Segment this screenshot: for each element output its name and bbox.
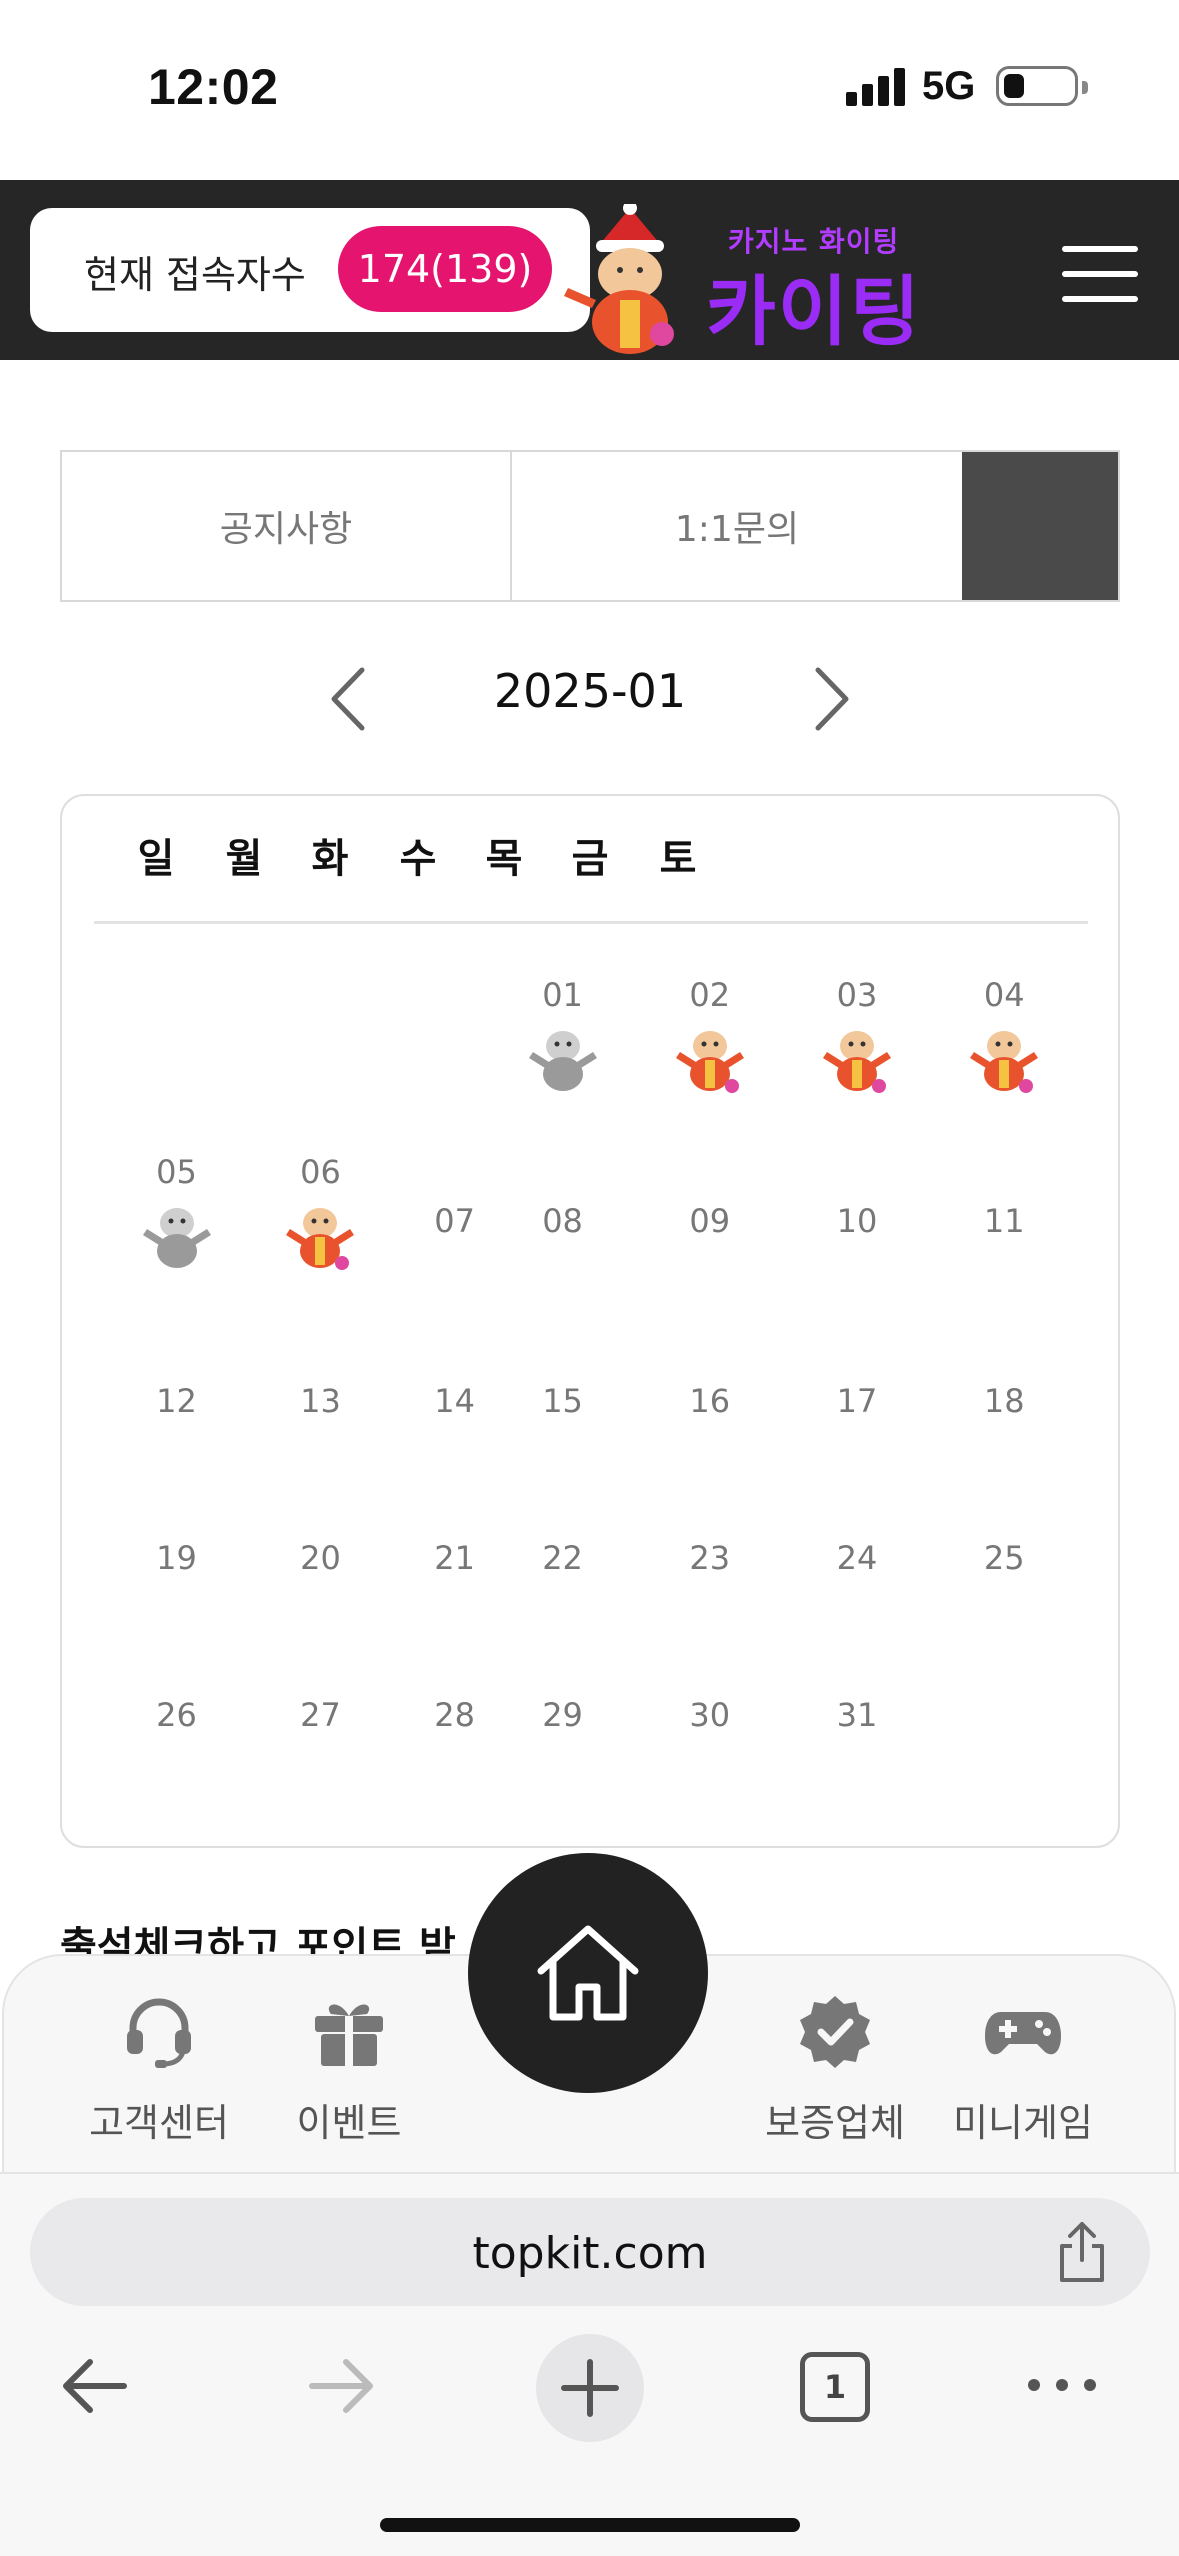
weekday-label: 금: [571, 836, 609, 882]
new-tab-button[interactable]: [536, 2334, 644, 2442]
calendar-day[interactable]: 05: [117, 1153, 237, 1191]
status-time: 12:02: [148, 59, 279, 115]
online-users-label: 현재 접속자수: [84, 253, 306, 297]
plus-icon: [561, 2359, 619, 2417]
calendar-day[interactable]: 12: [117, 1382, 237, 1420]
nav-mini-games[interactable]: 미니게임: [928, 1992, 1118, 2147]
calendar-day[interactable]: 14: [395, 1382, 515, 1420]
attendance-stamp-icon: [282, 1201, 358, 1271]
nav-events-label: 이벤트: [296, 2101, 402, 2145]
browser-toolbar: topkit.com 1: [0, 2172, 1179, 2556]
calendar-day[interactable]: 26: [117, 1696, 237, 1734]
calendar-day[interactable]: 11: [944, 1202, 1064, 1240]
calendar-day[interactable]: 10: [797, 1202, 917, 1240]
status-bar: 12:02 5G: [0, 0, 1179, 180]
calendar-day[interactable]: 29: [503, 1696, 623, 1734]
calendar-day[interactable]: 17: [797, 1382, 917, 1420]
board-tabs: 공지사항 1:1문의: [60, 450, 1120, 602]
attendance-stamp-missed-icon: [525, 1024, 601, 1094]
calendar-day[interactable]: 13: [260, 1382, 380, 1420]
nav-events[interactable]: 이벤트: [254, 1992, 444, 2147]
calendar-day[interactable]: 25: [944, 1539, 1064, 1577]
calendar-day[interactable]: 30: [650, 1696, 770, 1734]
calendar-day[interactable]: 20: [260, 1539, 380, 1577]
attendance-stamp-icon: [819, 1024, 895, 1094]
calendar-day[interactable]: 24: [797, 1539, 917, 1577]
url-text: topkit.com: [472, 2228, 708, 2279]
calendar-day[interactable]: 31: [797, 1696, 917, 1734]
nav-customer-center[interactable]: 고객센터: [64, 1992, 254, 2147]
address-bar[interactable]: topkit.com: [30, 2198, 1150, 2306]
back-arrow-icon[interactable]: [58, 2356, 130, 2416]
month-navigator: 2025-01: [300, 650, 880, 750]
calendar-day[interactable]: 07: [395, 1202, 515, 1240]
calendar-day[interactable]: 28: [395, 1696, 515, 1734]
online-users-widget: 현재 접속자수 174(139): [30, 208, 590, 332]
attendance-stamp-missed-icon: [139, 1201, 215, 1271]
calendar-day[interactable]: 02: [650, 976, 770, 1014]
calendar-day[interactable]: 21: [395, 1539, 515, 1577]
calendar-day[interactable]: 06: [260, 1153, 380, 1191]
verified-badge-icon: [800, 1996, 870, 2068]
home-indicator: [380, 2518, 800, 2532]
calendar-day[interactable]: 03: [797, 976, 917, 1014]
calendar-day[interactable]: 16: [650, 1382, 770, 1420]
gamepad-icon: [985, 2012, 1061, 2055]
forward-arrow-icon[interactable]: [306, 2356, 378, 2416]
chevron-right-icon[interactable]: [800, 664, 860, 734]
calendar-day[interactable]: 01: [503, 976, 623, 1014]
nav-customer-center-label: 고객센터: [89, 2101, 229, 2145]
nav-verified-sites-label: 보증업체: [765, 2101, 905, 2145]
headset-icon: [127, 1998, 191, 2068]
brand-logo-text[interactable]: 카이팅: [706, 250, 922, 360]
calendar-day[interactable]: 19: [117, 1539, 237, 1577]
weekday-label: 수: [399, 836, 437, 882]
mascot-logo-icon[interactable]: [560, 204, 700, 354]
network-label: 5G: [922, 64, 976, 108]
hamburger-icon[interactable]: [1062, 246, 1138, 302]
battery-icon: [996, 66, 1088, 106]
nav-verified-sites[interactable]: 보증업체: [740, 1992, 930, 2147]
more-options-icon[interactable]: [1022, 2370, 1102, 2400]
attendance-calendar: 일 월 화 수 목 금 토 01 02 03 04 05 06 07 08 09 10 11 12 13 14 15 16…: [60, 794, 1120, 1848]
tab-inquiry[interactable]: 1:1문의: [512, 452, 962, 600]
gift-icon: [315, 2004, 383, 2066]
calendar-day[interactable]: 23: [650, 1539, 770, 1577]
calendar-day[interactable]: 27: [260, 1696, 380, 1734]
site-header: 현재 접속자수 174(139) 카지노 화이팅 카이팅: [0, 180, 1179, 360]
weekday-label: 월: [225, 836, 263, 882]
nav-mini-games-label: 미니게임: [953, 2101, 1093, 2145]
weekday-label: 목: [485, 836, 523, 882]
home-button[interactable]: [468, 1853, 708, 2093]
signal-icon: [846, 66, 906, 106]
tab-notice[interactable]: 공지사항: [62, 452, 512, 600]
home-icon: [537, 1925, 639, 2021]
attendance-stamp-icon: [672, 1024, 748, 1094]
calendar-day[interactable]: 08: [503, 1202, 623, 1240]
tab-attendance[interactable]: [962, 452, 1118, 600]
weekday-label: 토: [659, 836, 697, 882]
weekday-header: 일월화수목금토: [94, 796, 1088, 924]
share-icon[interactable]: [1052, 2220, 1112, 2284]
weekday-label: 화: [311, 836, 349, 882]
calendar-day[interactable]: 09: [650, 1202, 770, 1240]
current-month: 2025-01: [493, 664, 687, 718]
tab-switcher-button[interactable]: 1: [800, 2352, 870, 2422]
calendar-day[interactable]: 18: [944, 1382, 1064, 1420]
calendar-day[interactable]: 15: [503, 1382, 623, 1420]
calendar-day[interactable]: 04: [944, 976, 1064, 1014]
online-users-count: 174(139): [338, 226, 552, 312]
weekday-label: 일: [137, 836, 175, 882]
attendance-stamp-icon: [966, 1024, 1042, 1094]
calendar-day[interactable]: 22: [503, 1539, 623, 1577]
